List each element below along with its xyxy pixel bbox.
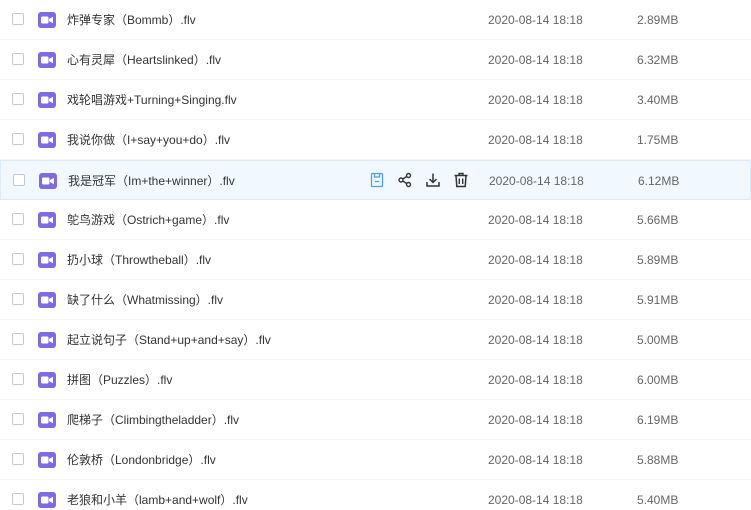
file-modified-date: 2020-08-14 18:18	[488, 53, 583, 67]
video-file-icon	[38, 212, 56, 228]
file-row[interactable]: 拼图（Puzzles）.flv 2020-08-14 18:18 6.00MB	[0, 360, 751, 400]
row-checkbox[interactable]	[12, 93, 24, 105]
file-row[interactable]: 扔小球（Throwtheball）.flv 2020-08-14 18:18 5.8…	[0, 240, 751, 280]
file-size: 5.00MB	[637, 333, 679, 347]
file-modified-date: 2020-08-14 18:18	[488, 493, 583, 507]
save-icon	[368, 171, 386, 189]
file-size: 2.89MB	[637, 13, 679, 27]
row-checkbox[interactable]	[12, 133, 24, 145]
file-row[interactable]: 起立说句子（Stand+up+and+say）.flv 2020-08-14 18…	[0, 320, 751, 360]
file-modified-date: 2020-08-14 18:18	[488, 213, 583, 227]
file-name-link[interactable]: 缺了什么（Whatmissing）.flv	[67, 292, 223, 308]
video-file-icon	[38, 52, 56, 68]
file-name-link[interactable]: 心有灵犀（Heartslinked）.flv	[67, 52, 221, 68]
delete-button[interactable]	[452, 171, 470, 189]
file-size: 5.88MB	[637, 453, 679, 467]
file-row[interactable]: 戏轮唱游戏+Turning+Singing.flv 2020-08-14 18:1…	[0, 80, 751, 120]
video-file-icon	[38, 132, 56, 148]
file-modified-date: 2020-08-14 18:18	[488, 93, 583, 107]
file-modified-date: 2020-08-14 18:18	[488, 13, 583, 27]
file-name-link[interactable]: 我是冠军（Im+the+winner）.flv	[68, 173, 235, 189]
file-name-link[interactable]: 拼图（Puzzles）.flv	[67, 372, 172, 388]
row-checkbox[interactable]	[12, 453, 24, 465]
share-button[interactable]	[396, 171, 414, 189]
video-file-icon	[38, 452, 56, 468]
video-file-icon	[38, 372, 56, 388]
file-row[interactable]: 心有灵犀（Heartslinked）.flv 2020-08-14 18:18 6.…	[0, 40, 751, 80]
file-size: 5.91MB	[637, 293, 679, 307]
file-modified-date: 2020-08-14 18:18	[488, 293, 583, 307]
video-file-icon	[38, 492, 56, 508]
file-size: 6.32MB	[637, 53, 679, 67]
row-checkbox[interactable]	[13, 174, 25, 186]
file-size: 1.75MB	[637, 133, 679, 147]
file-list: 炸弹专家（Bommb）.flv 2020-08-14 18:18 2.89MB 心有灵…	[0, 0, 751, 510]
file-name-link[interactable]: 扔小球（Throwtheball）.flv	[67, 252, 211, 268]
video-file-icon	[38, 412, 56, 428]
file-row[interactable]: 炸弹专家（Bommb）.flv 2020-08-14 18:18 2.89MB	[0, 0, 751, 40]
share-icon	[396, 171, 414, 189]
file-name-link[interactable]: 老狼和小羊（lamb+and+wolf）.flv	[67, 492, 248, 508]
video-file-icon	[38, 252, 56, 268]
row-checkbox[interactable]	[12, 53, 24, 65]
file-name-link[interactable]: 炸弹专家（Bommb）.flv	[67, 12, 196, 28]
file-name-link[interactable]: 爬梯子（Climbingtheladder）.flv	[67, 412, 239, 428]
file-size: 6.00MB	[637, 373, 679, 387]
delete-icon	[452, 171, 470, 189]
file-size: 5.40MB	[637, 493, 679, 507]
video-file-icon	[38, 12, 56, 28]
file-name-link[interactable]: 戏轮唱游戏+Turning+Singing.flv	[67, 92, 237, 108]
video-file-icon	[39, 173, 57, 189]
file-name-link[interactable]: 伦敦桥（Londonbridge）.flv	[67, 452, 216, 468]
video-file-icon	[38, 332, 56, 348]
file-row[interactable]: 我是冠军（Im+the+winner）.flv 2020-08-14 18:18 6…	[0, 160, 751, 200]
file-row[interactable]: 我说你做（I+say+you+do）.flv 2020-08-14 18:18 1.…	[0, 120, 751, 160]
row-checkbox[interactable]	[12, 293, 24, 305]
file-modified-date: 2020-08-14 18:18	[488, 253, 583, 267]
row-checkbox[interactable]	[12, 373, 24, 385]
file-modified-date: 2020-08-14 18:18	[488, 333, 583, 347]
file-size: 5.89MB	[637, 253, 679, 267]
row-checkbox[interactable]	[12, 253, 24, 265]
file-row[interactable]: 爬梯子（Climbingtheladder）.flv 2020-08-14 18:…	[0, 400, 751, 440]
row-checkbox[interactable]	[12, 213, 24, 225]
file-row[interactable]: 伦敦桥（Londonbridge）.flv 2020-08-14 18:18 5.8…	[0, 440, 751, 480]
video-file-icon	[38, 92, 56, 108]
row-checkbox[interactable]	[12, 13, 24, 25]
file-name-link[interactable]: 起立说句子（Stand+up+and+say）.flv	[67, 332, 271, 348]
file-size: 5.66MB	[637, 213, 679, 227]
file-modified-date: 2020-08-14 18:18	[489, 174, 584, 188]
row-checkbox[interactable]	[12, 413, 24, 425]
file-size: 6.19MB	[637, 413, 679, 427]
file-modified-date: 2020-08-14 18:18	[488, 413, 583, 427]
file-modified-date: 2020-08-14 18:18	[488, 133, 583, 147]
save-button[interactable]	[368, 171, 386, 189]
video-file-icon	[38, 292, 56, 308]
row-checkbox[interactable]	[12, 493, 24, 505]
row-checkbox[interactable]	[12, 333, 24, 345]
download-icon	[424, 171, 442, 189]
file-row[interactable]: 鸵鸟游戏（Ostrich+game）.flv 2020-08-14 18:18 5.…	[0, 200, 751, 240]
file-modified-date: 2020-08-14 18:18	[488, 453, 583, 467]
download-button[interactable]	[424, 171, 442, 189]
file-size: 3.40MB	[637, 93, 679, 107]
file-name-link[interactable]: 我说你做（I+say+you+do）.flv	[67, 132, 230, 148]
file-size: 6.12MB	[638, 174, 680, 188]
file-name-link[interactable]: 鸵鸟游戏（Ostrich+game）.flv	[67, 212, 229, 228]
file-row[interactable]: 缺了什么（Whatmissing）.flv 2020-08-14 18:18 5.9…	[0, 280, 751, 320]
file-row[interactable]: 老狼和小羊（lamb+and+wolf）.flv 2020-08-14 18:18…	[0, 480, 751, 510]
file-modified-date: 2020-08-14 18:18	[488, 373, 583, 387]
